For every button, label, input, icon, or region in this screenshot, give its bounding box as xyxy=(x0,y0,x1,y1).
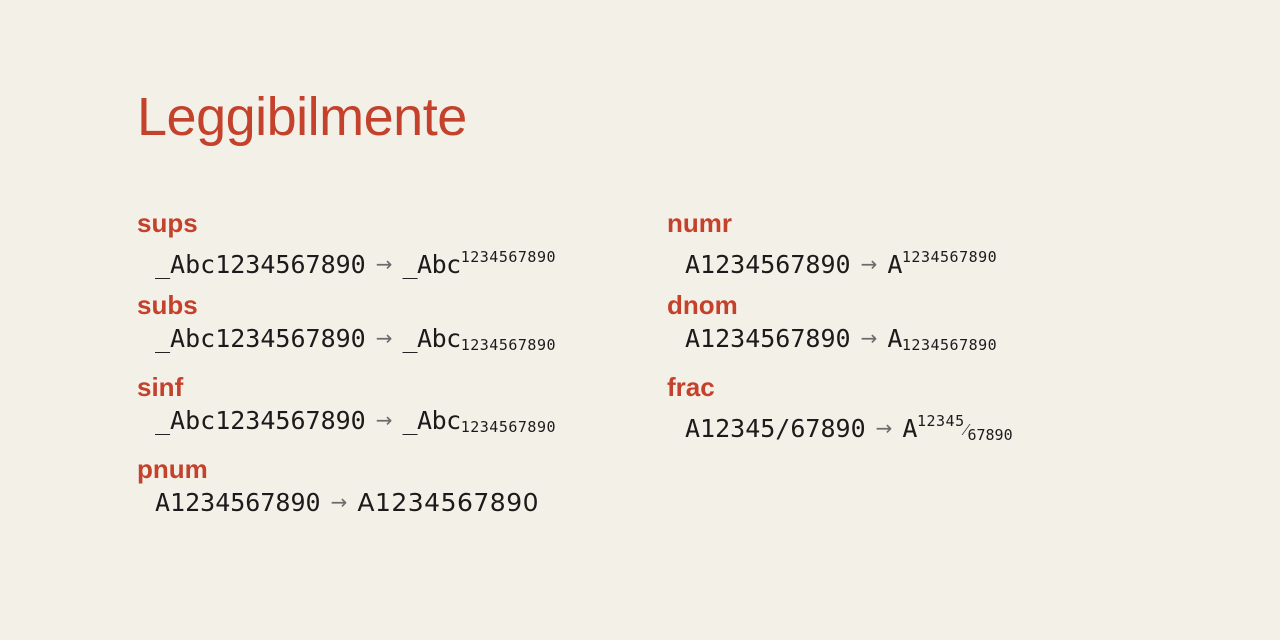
arrow-icon: → xyxy=(330,490,348,514)
arrow-icon: → xyxy=(375,408,393,432)
feature-name: frac xyxy=(667,372,715,402)
feature-name: sups xyxy=(137,208,198,238)
sample-input: _Abc1234567890 xyxy=(155,250,366,279)
feature-subs: subs _Abc1234567890 → _Abc1234567890 xyxy=(137,290,556,372)
arrow-icon: → xyxy=(875,416,893,440)
sample-input: A1234567890 xyxy=(685,250,851,279)
feature-sample: _Abc1234567890 → _Abc1234567890 xyxy=(155,404,556,444)
feature-pnum: pnum A1234567890 → A1234567890 xyxy=(137,454,556,536)
arrow-icon: → xyxy=(860,326,878,350)
sample-result-denominator: 1234567890 xyxy=(901,336,998,354)
feature-sample: A1234567890 → A1234567890 xyxy=(685,322,1013,362)
sample-result-base: A xyxy=(887,250,902,279)
feature-name: pnum xyxy=(137,454,208,484)
sample-result-numerator: 1234567890 xyxy=(901,248,998,266)
sample-result-superscript: 1234567890 xyxy=(460,248,557,266)
sample-result-base: _Abc xyxy=(402,324,461,353)
feature-sample: A1234567890 → A1234567890 xyxy=(155,486,556,521)
sample-input: A1234567890 xyxy=(155,488,321,517)
feature-name: subs xyxy=(137,290,198,320)
sample-result-inferior: 1234567890 xyxy=(460,418,557,436)
sample-result-base: A xyxy=(902,414,917,443)
feature-sample: _Abc1234567890 → _Abc1234567890 xyxy=(155,240,556,283)
sample-result-proportional: A1234567890 xyxy=(357,488,540,517)
feature-numr: numr A1234567890 → A1234567890 xyxy=(667,208,1013,290)
sample-result-base: _Abc xyxy=(402,406,461,435)
sample-input: _Abc1234567890 xyxy=(155,324,366,353)
feature-sinf: sinf _Abc1234567890 → _Abc1234567890 xyxy=(137,372,556,454)
sample-result-subscript: 1234567890 xyxy=(460,336,557,354)
sample-result-numerator: 12345 xyxy=(916,412,965,430)
sample-result-base: _Abc xyxy=(402,250,461,279)
feature-sups: sups _Abc1234567890 → _Abc1234567890 xyxy=(137,208,556,290)
sample-input: _Abc1234567890 xyxy=(155,406,366,435)
feature-sample: A1234567890 → A1234567890 xyxy=(685,240,1013,283)
feature-name: sinf xyxy=(137,372,184,402)
arrow-icon: → xyxy=(375,326,393,350)
feature-frac: frac A12345/67890 → A12345⁄67890 xyxy=(667,372,1013,454)
features-right-column: numr A1234567890 → A1234567890 dnom A12345… xyxy=(667,208,1013,454)
feature-name: dnom xyxy=(667,290,738,320)
sample-input: A12345/67890 xyxy=(685,414,866,443)
features-left-column: sups _Abc1234567890 → _Abc1234567890 subs … xyxy=(137,208,556,536)
feature-name: numr xyxy=(667,208,732,238)
page-title: Leggibilmente xyxy=(137,87,467,147)
arrow-icon: → xyxy=(860,252,878,276)
sample-result-denominator: 67890 xyxy=(967,426,1013,444)
sample-result-base: A xyxy=(887,324,902,353)
feature-sample: _Abc1234567890 → _Abc1234567890 xyxy=(155,322,556,362)
feature-dnom: dnom A1234567890 → A1234567890 xyxy=(667,290,1013,372)
sample-input: A1234567890 xyxy=(685,324,851,353)
feature-sample: A12345/67890 → A12345⁄67890 xyxy=(685,404,1013,452)
arrow-icon: → xyxy=(375,252,393,276)
